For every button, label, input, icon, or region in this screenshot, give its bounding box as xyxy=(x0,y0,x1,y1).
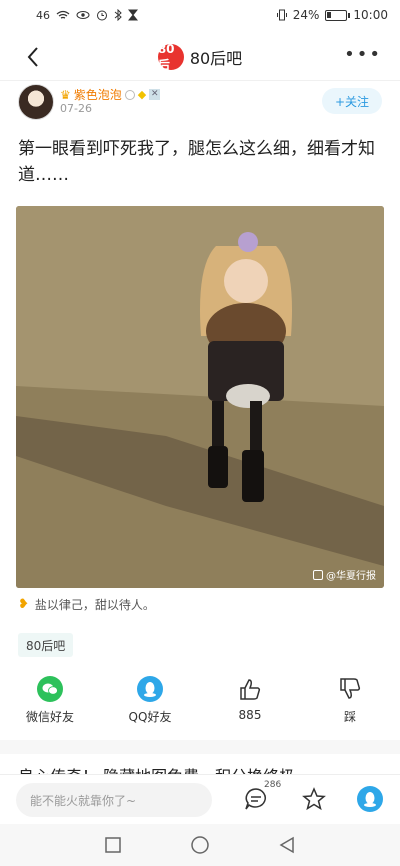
qq-icon xyxy=(364,792,376,807)
eye-icon xyxy=(76,11,90,19)
status-right: 24% 10:00 xyxy=(276,8,388,22)
forum-logo: 80后 xyxy=(157,42,184,72)
like-count: 885 xyxy=(238,708,262,722)
hourglass-icon xyxy=(128,9,138,21)
like-button[interactable]: 885 xyxy=(210,676,290,732)
section-separator xyxy=(0,740,400,754)
dislike-label: 踩 xyxy=(343,710,356,724)
girl-photo-illustration xyxy=(16,206,384,588)
signature-text: 盐以律己，甜以待人。 xyxy=(34,598,155,612)
reply-bar: 能不能火就靠你了~ 286 xyxy=(0,774,400,824)
back-button[interactable] xyxy=(18,42,48,72)
weibo-icon xyxy=(313,569,323,580)
square-recent-icon[interactable] xyxy=(104,836,122,854)
clock: 10:00 xyxy=(353,8,388,22)
thumbs-up-icon xyxy=(240,679,261,700)
status-left: 46 xyxy=(36,9,138,22)
action-row: 微信好友 QQ好友 885 踩 xyxy=(0,676,400,732)
battery-icon xyxy=(325,9,351,21)
user-signature: ❥ 盐以律己，甜以待人。 xyxy=(18,596,155,613)
triangle-back-icon[interactable] xyxy=(278,836,296,854)
forum-title: 80后吧 xyxy=(189,49,243,68)
share-qq-button[interactable]: QQ好友 xyxy=(110,676,190,732)
circle-home-icon[interactable] xyxy=(190,835,210,855)
member-badge-icon: ✕ xyxy=(149,89,161,100)
follow-button[interactable]: +关注 xyxy=(322,88,382,114)
alarm-icon xyxy=(97,10,107,21)
qq-label: QQ好友 xyxy=(128,710,172,724)
author-name-row: ♛ 紫色泡泡 ◆ ✕ xyxy=(60,86,161,103)
level-badge-icon xyxy=(124,89,135,100)
status-bar: 46 24% 10:00 xyxy=(0,0,400,30)
author-name[interactable]: 紫色泡泡 xyxy=(74,86,122,103)
dislike-button[interactable]: 踩 xyxy=(310,676,390,732)
wechat-label: 微信好友 xyxy=(25,710,74,724)
top-nav: 80后 80后吧 ••• xyxy=(0,34,400,80)
signal-icon: 46 xyxy=(36,8,50,22)
avatar[interactable] xyxy=(18,84,54,120)
more-horizontal-icon: ••• xyxy=(344,44,382,65)
comment-icon[interactable] xyxy=(244,787,268,811)
author-row: ♛ 紫色泡泡 ◆ ✕ 07-26 +关注 xyxy=(18,84,382,124)
star-icon[interactable] xyxy=(302,787,326,811)
chevron-left-icon xyxy=(27,47,38,67)
divider xyxy=(0,80,400,81)
battery-percent: 24% xyxy=(292,8,320,22)
comment-count: 286 xyxy=(264,780,282,790)
vibrate-icon xyxy=(276,9,287,21)
signature-icon: ❥ xyxy=(18,597,29,612)
post-date: 07-26 xyxy=(60,102,92,115)
qq-icon xyxy=(137,676,163,702)
crown-icon: ♛ xyxy=(60,87,71,102)
system-nav-bar xyxy=(0,824,400,866)
share-wechat-button[interactable]: 微信好友 xyxy=(10,676,90,732)
forum-header[interactable]: 80后 80后吧 xyxy=(157,42,243,72)
thumbs-down-icon xyxy=(340,678,361,699)
battery-fill xyxy=(327,11,332,18)
post-image[interactable]: @华夏行报 xyxy=(16,206,384,588)
gem-badge-icon: ◆ xyxy=(137,88,147,101)
reply-input[interactable]: 能不能火就靠你了~ xyxy=(16,783,212,817)
bluetooth-icon xyxy=(114,9,122,21)
qq-share-button[interactable] xyxy=(357,786,383,812)
post-text: 第一眼看到吓死我了，腿怎么这么细，细看才知道…… xyxy=(18,139,375,185)
wechat-icon xyxy=(37,676,63,702)
more-button[interactable]: ••• xyxy=(344,44,382,65)
forum-tag[interactable]: 80后吧 xyxy=(18,633,74,657)
watermark-text: @华夏行报 xyxy=(326,571,376,582)
image-watermark: @华夏行报 xyxy=(313,567,376,582)
wifi-icon xyxy=(56,10,70,19)
